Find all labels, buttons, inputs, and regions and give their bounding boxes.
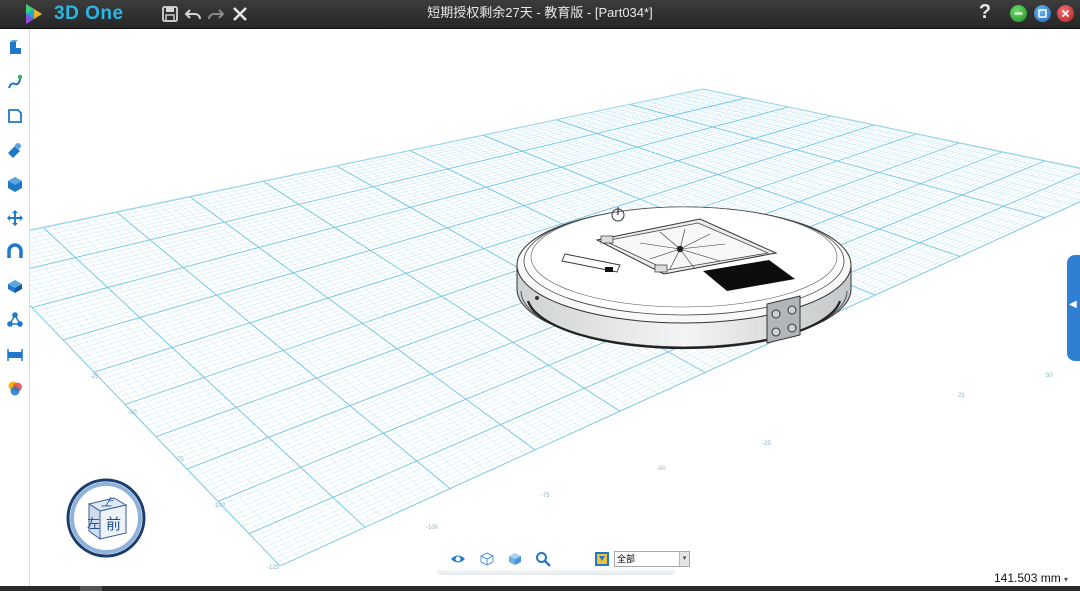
grid-line	[197, 194, 545, 446]
restore-button[interactable]	[1034, 5, 1051, 22]
view-cube[interactable]: 上 左 前	[66, 478, 146, 558]
scroll-handle[interactable]	[80, 586, 102, 591]
close-window-button[interactable]	[1057, 5, 1074, 22]
magnet-icon[interactable]	[5, 242, 25, 262]
view-cube-left-label[interactable]: 左	[87, 513, 100, 532]
grid-edge	[30, 88, 1080, 231]
grid-measurement[interactable]: 141.503 mm ▾	[994, 571, 1068, 585]
view-cube-front-label[interactable]: 前	[106, 513, 121, 534]
title-bar: 3D One 短期授权剩余27天 - 教育版 - [Part034*] ?	[0, 0, 1080, 29]
bottom-toolbar-shadow	[436, 567, 676, 575]
grid-label: -125	[267, 565, 280, 571]
status-bar	[0, 586, 1080, 591]
grid-label: -75	[175, 457, 184, 463]
grid-line	[670, 95, 1080, 197]
3d-viewport[interactable]: -25 -50 -75 -100 -125 -100 -75 -50 -25 2…	[30, 29, 1080, 586]
selection-filter-value: 全部	[617, 554, 636, 564]
side-panel-toggle[interactable]: ◀	[1067, 255, 1080, 361]
chevron-down-icon[interactable]: ▾	[1064, 575, 1068, 584]
assembly-icon[interactable]	[5, 310, 25, 330]
grid-line	[108, 213, 441, 494]
grid-line	[132, 208, 470, 481]
grid-label: -25	[90, 374, 99, 380]
wireframe-cube-icon[interactable]	[479, 551, 495, 567]
zoom-icon[interactable]	[535, 551, 551, 567]
special-function-icon[interactable]	[5, 140, 25, 160]
document-title: 短期授权剩余27天 - 教育版 - [Part034*]	[427, 5, 653, 20]
measurement-value: 141.503 mm	[994, 571, 1061, 585]
help-button[interactable]: ?	[975, 1, 995, 24]
filter-icon[interactable]	[594, 551, 610, 567]
grid-label: -50	[128, 410, 137, 416]
eye-icon[interactable]	[450, 551, 466, 567]
left-toolbar	[0, 29, 30, 586]
grid-label: 25	[958, 393, 965, 399]
grid-label: -50	[657, 466, 666, 472]
color-palette-icon[interactable]	[5, 378, 25, 398]
restore-icon	[1038, 9, 1047, 18]
selection-filter-dropdown[interactable]: 全部 ▾	[614, 551, 690, 567]
basic-solid-icon[interactable]	[5, 38, 25, 58]
combine-icon[interactable]	[5, 174, 25, 194]
robot-vacuum-model[interactable]	[516, 206, 852, 350]
shaded-cube-icon[interactable]	[507, 551, 523, 567]
grid-label: -25	[762, 441, 771, 447]
minimize-button[interactable]	[1010, 5, 1027, 22]
grid-line	[92, 217, 422, 502]
grid-line	[214, 191, 564, 438]
grid-label: -100	[426, 525, 439, 531]
grid-label: -100	[213, 503, 226, 509]
close-window-icon	[1061, 9, 1070, 18]
minimize-icon	[1014, 12, 1023, 15]
sketch-edit-icon[interactable]	[5, 106, 25, 126]
pattern-icon[interactable]	[5, 276, 25, 296]
grid-plane: -25 -50 -75 -100 -125 -100 -75 -50 -25 2…	[30, 88, 1080, 571]
move-icon[interactable]	[5, 208, 25, 228]
sketch-icon[interactable]	[5, 72, 25, 92]
grid-label: 50	[1046, 373, 1053, 379]
bracket-part[interactable]	[766, 295, 801, 344]
grid-line	[124, 210, 460, 485]
measure-icon[interactable]	[5, 344, 25, 364]
grid-label: -75	[541, 493, 550, 499]
chevron-down-icon: ▾	[679, 552, 689, 566]
chevron-left-icon: ◀	[1069, 299, 1077, 310]
